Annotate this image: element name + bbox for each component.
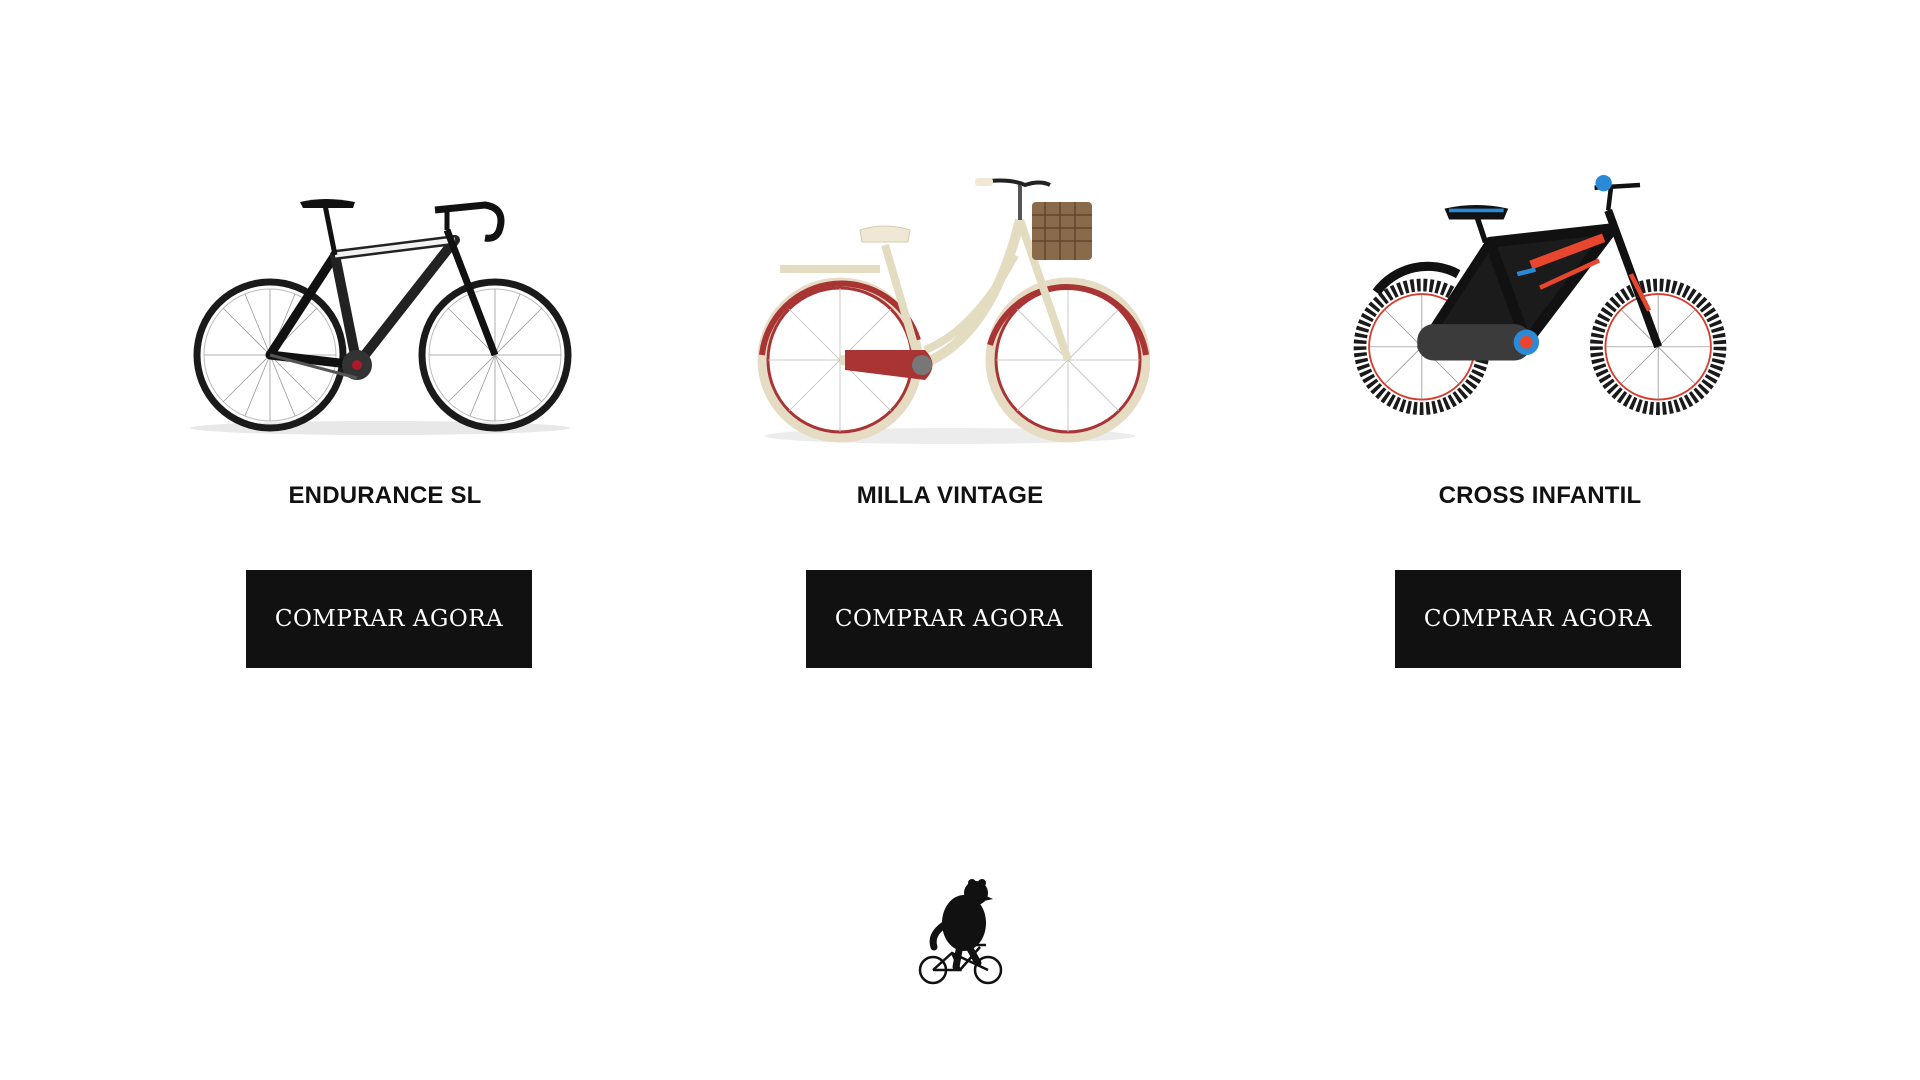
- product-card-milla-vintage: MILLA VINTAGE COMPRAR AGORA: [700, 160, 1200, 680]
- product-name: CROSS INFANTIL: [1438, 482, 1642, 509]
- product-image-vintage-bike[interactable]: [750, 160, 1150, 470]
- bear-riding-bicycle-logo[interactable]: [900, 875, 1020, 990]
- product-image-kids-bike[interactable]: [1340, 160, 1740, 470]
- product-card-endurance-sl: ENDURANCE SL COMPRAR AGORA: [135, 160, 635, 680]
- product-image-road-bike[interactable]: [185, 160, 585, 470]
- product-name: ENDURANCE SL: [288, 482, 482, 509]
- product-name: MILLA VINTAGE: [856, 482, 1044, 509]
- buy-now-button[interactable]: COMPRAR AGORA: [246, 570, 532, 668]
- buy-now-button[interactable]: COMPRAR AGORA: [806, 570, 1092, 668]
- product-card-cross-infantil: CROSS INFANTIL COMPRAR AGORA: [1290, 160, 1790, 680]
- buy-now-button[interactable]: COMPRAR AGORA: [1395, 570, 1681, 668]
